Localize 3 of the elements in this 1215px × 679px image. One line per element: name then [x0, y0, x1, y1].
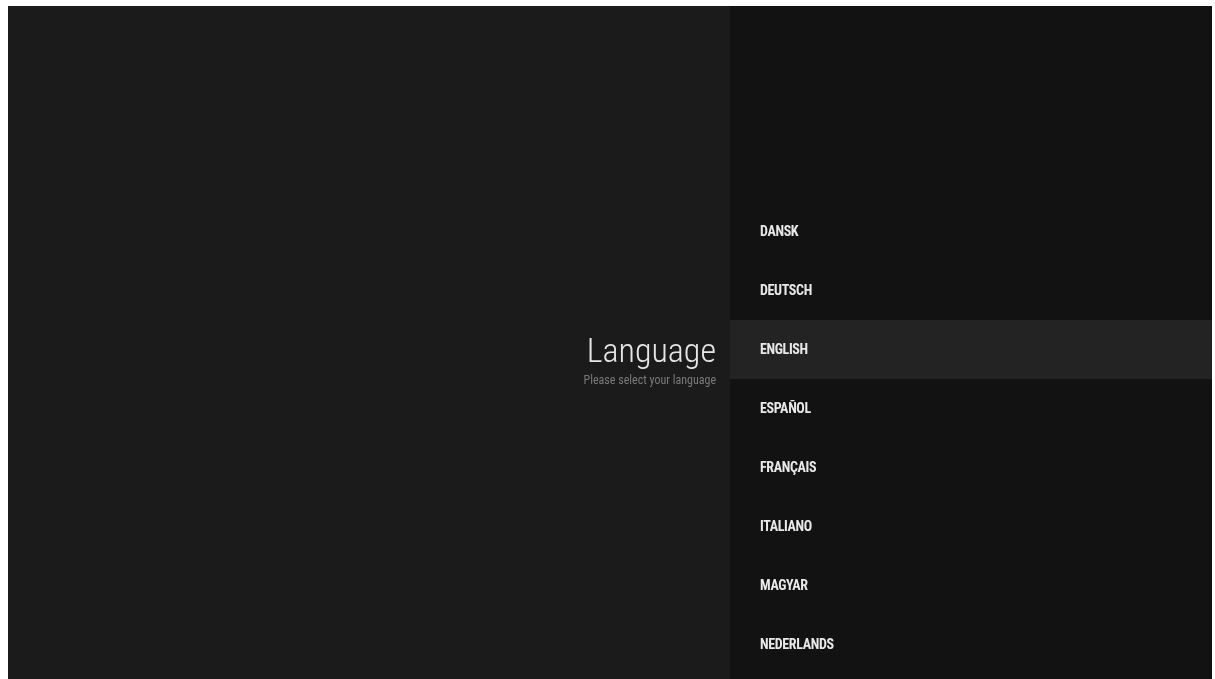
page-subtitle: Please select your language: [583, 372, 716, 388]
page-title: Language: [586, 329, 716, 372]
language-option[interactable]: ENGLISH: [730, 320, 1212, 379]
